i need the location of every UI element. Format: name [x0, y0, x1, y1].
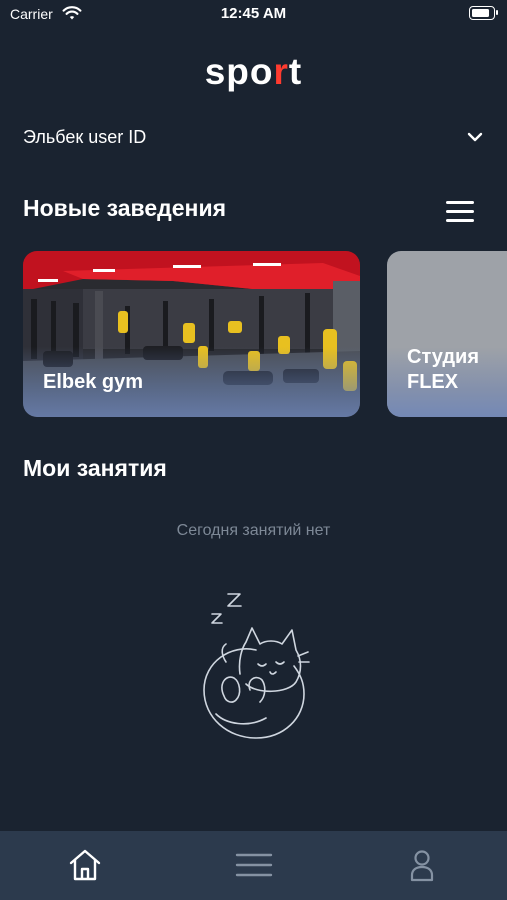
tab-profile[interactable]	[402, 845, 442, 885]
hamburger-menu-icon[interactable]	[444, 197, 478, 225]
logo-text-end: t	[288, 51, 303, 92]
battery-level	[472, 9, 489, 17]
status-time: 12:45 AM	[220, 5, 287, 22]
app-screen: Carrier 12:45 AM sport Эльбек user ID Но…	[0, 0, 507, 900]
status-bar: Carrier 12:45 AM	[0, 0, 507, 28]
logo-text-accent: r	[273, 51, 289, 92]
place-card[interactable]: Elbek gym	[23, 251, 360, 417]
list-icon	[235, 853, 273, 877]
user-name-label: Эльбек user ID	[23, 126, 147, 147]
places-carousel[interactable]: Elbek gym Студия FLEX	[23, 251, 507, 417]
my-classes-title: Мои занятия	[23, 455, 167, 481]
chevron-down-icon	[467, 132, 483, 142]
profile-icon	[410, 850, 434, 882]
place-name: Студия FLEX	[407, 346, 480, 393]
new-places-title: Новые заведения	[23, 195, 227, 221]
home-icon	[69, 849, 101, 881]
sleeping-cat-illustration	[203, 593, 310, 739]
logo-text-start: spo	[204, 51, 274, 92]
battery-icon	[469, 6, 498, 20]
place-name: Elbek gym	[43, 371, 144, 393]
tab-list[interactable]	[234, 845, 274, 885]
tab-home[interactable]	[65, 845, 105, 885]
empty-state-text: Сегодня занятий нет	[176, 522, 331, 539]
bottom-tab-bar	[0, 831, 507, 900]
place-card[interactable]: Студия FLEX	[387, 251, 507, 417]
app-logo: sport	[0, 52, 507, 92]
user-selector[interactable]: Эльбек user ID	[23, 118, 484, 156]
